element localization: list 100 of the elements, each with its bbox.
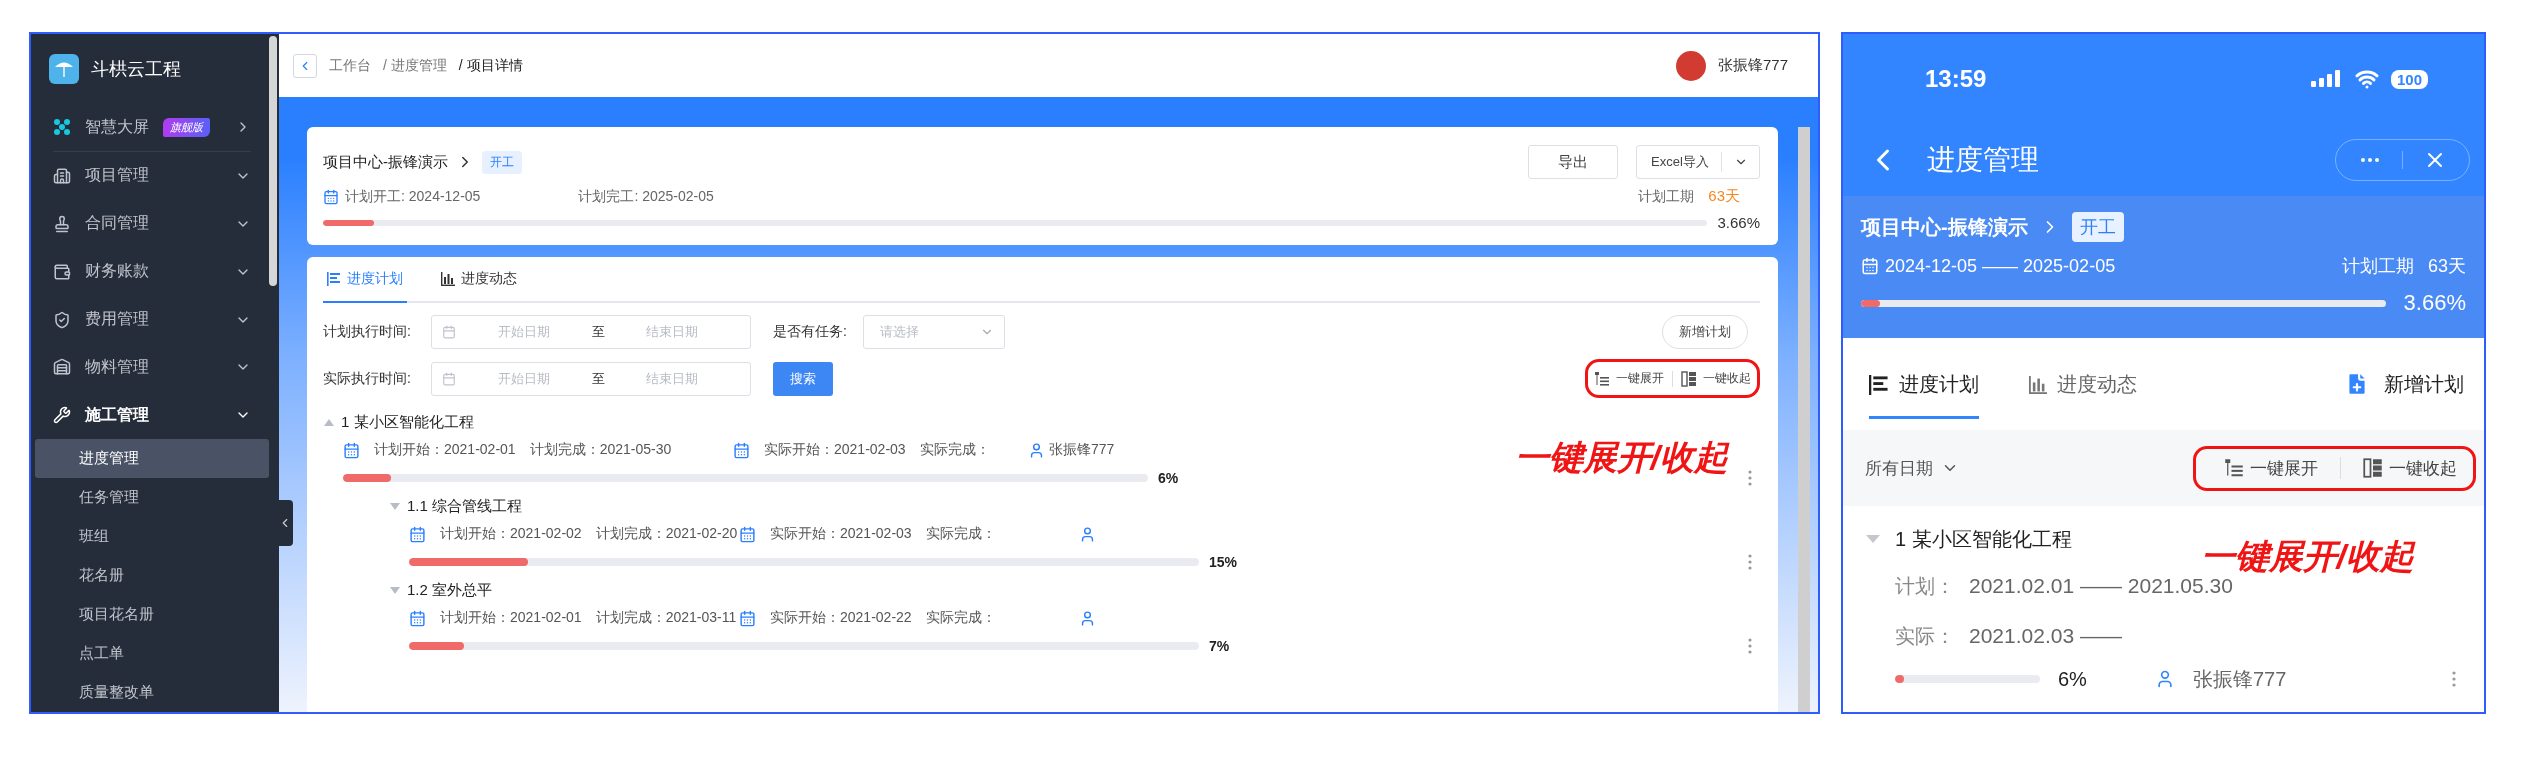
duration-label: 计划工期 (1638, 187, 1695, 206)
annotation-text: 一键展开/收起 (2200, 536, 2414, 577)
scrollbar[interactable] (1798, 127, 1810, 712)
tree-expand-icon (2224, 458, 2244, 478)
task-title: 1.2 室外总平 (407, 580, 493, 600)
battery-indicator: 100 (2390, 69, 2428, 89)
calendar-icon (739, 525, 756, 543)
signal-icon (2310, 69, 2343, 89)
sidebar-subitem[interactable]: 进度管理 (35, 439, 269, 479)
actual-end-text: 实际完成： (925, 609, 996, 627)
scrollbar[interactable] (269, 36, 277, 286)
tree-expand-icon (1594, 370, 1610, 387)
progress-percent: 6% (2058, 667, 2087, 691)
add-plan-button[interactable]: 新增计划 (2344, 370, 2464, 398)
calendar-icon (442, 371, 456, 386)
list-icon (327, 272, 341, 286)
edition-badge: 旗舰版 (163, 117, 210, 137)
sidebar-item[interactable]: 施工管理 (53, 391, 251, 440)
plan-end-text: 计划完成：2021-05-30 (529, 441, 672, 459)
calendar-icon (323, 188, 339, 205)
more-icon[interactable] (1748, 554, 1752, 570)
sidebar-item[interactable]: 费用管理 (53, 295, 251, 344)
date-range-field[interactable]: 开始日期 至 结束日期 (431, 361, 751, 396)
wrench-icon (53, 406, 71, 425)
progress-percent: 6% (1158, 470, 1179, 486)
more-icon[interactable] (1748, 638, 1752, 654)
logo-icon (49, 53, 79, 84)
shield-icon (53, 310, 71, 329)
sidebar-item[interactable]: 财务账款 (53, 247, 251, 296)
date-range-field[interactable]: 开始日期 至 结束日期 (431, 315, 751, 349)
calendar-icon (343, 441, 360, 459)
more-icon[interactable] (1748, 470, 1752, 486)
calendar-icon (409, 609, 426, 627)
status-tag: 开工 (2071, 212, 2124, 242)
tree-collapse-icon (1681, 370, 1697, 387)
excel-import-button[interactable]: Excel导入 (1636, 145, 1760, 179)
collapse-caret-icon[interactable] (323, 417, 335, 427)
task-title: 1 某小区智能化工程 (1895, 526, 2072, 552)
calendar-icon (1861, 257, 1879, 275)
sidebar-subitem[interactable]: 点工单 (35, 634, 269, 673)
user-name: 张振锋777 (1717, 56, 1788, 75)
assignee-name: 张振锋777 (2192, 666, 2287, 692)
stamp-icon (53, 214, 71, 233)
status-time: 13:59 (1925, 65, 1987, 93)
actual-label: 实际： (1895, 623, 1955, 649)
more-icon[interactable] (2452, 671, 2456, 687)
expand-all-button[interactable]: 一键展开 (1594, 370, 1664, 387)
sidebar-subitem[interactable]: 任务管理 (35, 478, 269, 518)
plan-label: 计划： (1895, 573, 1955, 599)
list-icon (1869, 374, 1889, 395)
page-title: 进度管理 (1927, 143, 2039, 177)
tab[interactable]: 进度计划 (323, 257, 407, 303)
breadcrumb-item: / 项目详情 (458, 56, 523, 75)
filter-label: 实际执行时间: (323, 369, 412, 388)
progress-percent: 15% (1209, 554, 1238, 570)
duration-value: 63天 (2427, 255, 2466, 278)
progress-percent: 3.66% (1717, 214, 1760, 231)
calendar-icon (733, 441, 750, 459)
sidebar-subitem[interactable]: 质量整改单 (35, 673, 269, 712)
sidebar-subitem[interactable]: 项目花名册 (35, 595, 269, 635)
project-title[interactable]: 项目中心-振锋演示 (323, 152, 448, 172)
add-plan-button[interactable]: 新增计划 (1662, 315, 1748, 349)
tab[interactable]: 进度动态 (437, 257, 521, 303)
warehouse-icon (53, 358, 71, 377)
expand-caret-icon[interactable] (1865, 534, 1881, 544)
sidebar-item[interactable]: 智慧大屏 旗舰版 (53, 103, 251, 152)
back-button[interactable] (293, 53, 317, 78)
sidebar-item[interactable]: 合同管理 (53, 199, 251, 248)
sidebar-item[interactable]: 项目管理 (53, 151, 251, 200)
bar-chart-icon (441, 272, 455, 286)
planned-start-text: 计划开工: 2024-12-05 (345, 187, 481, 206)
avatar[interactable] (1675, 50, 1706, 81)
sidebar-subitem[interactable]: 班组 (35, 517, 269, 557)
assignee-name: 张振锋777 (1049, 441, 1115, 459)
collapse-all-button[interactable]: 一键收起 (1681, 370, 1751, 387)
export-button[interactable]: 导出 (1528, 145, 1618, 179)
actual-end-text: 实际完成： (919, 441, 990, 459)
user-icon (1079, 609, 1096, 627)
sidebar-subitem[interactable]: 花名册 (35, 556, 269, 596)
filter-label: 计划执行时间: (323, 323, 412, 341)
expand-all-button[interactable]: 一键展开 (2224, 456, 2318, 480)
collapse-all-button[interactable]: 一键收起 (2363, 456, 2457, 480)
app-name: 斗栱云工程 (91, 57, 181, 81)
date-filter-dropdown[interactable]: 所有日期 (1865, 456, 1959, 480)
breadcrumb-item[interactable]: / 进度管理 (383, 56, 447, 75)
tree-collapse-icon (2363, 458, 2383, 478)
tab[interactable]: 进度计划 (1869, 349, 1979, 419)
actual-start-text: 实际开始：2021-02-03 (770, 525, 912, 543)
building-icon (53, 166, 71, 185)
filter-label: 是否有任务: (773, 323, 848, 341)
search-button[interactable]: 搜索 (773, 361, 833, 396)
sidebar-item[interactable]: 物料管理 (53, 343, 251, 392)
calendar-icon (442, 325, 456, 339)
status-tag: 开工 (482, 150, 522, 174)
tab[interactable]: 进度动态 (2029, 349, 2137, 419)
calendar-icon (409, 525, 426, 543)
sidebar-collapse-handle[interactable] (277, 500, 293, 546)
expand-caret-icon[interactable] (389, 585, 401, 595)
breadcrumb-item[interactable]: 工作台 (329, 56, 371, 75)
expand-caret-icon[interactable] (389, 501, 401, 511)
